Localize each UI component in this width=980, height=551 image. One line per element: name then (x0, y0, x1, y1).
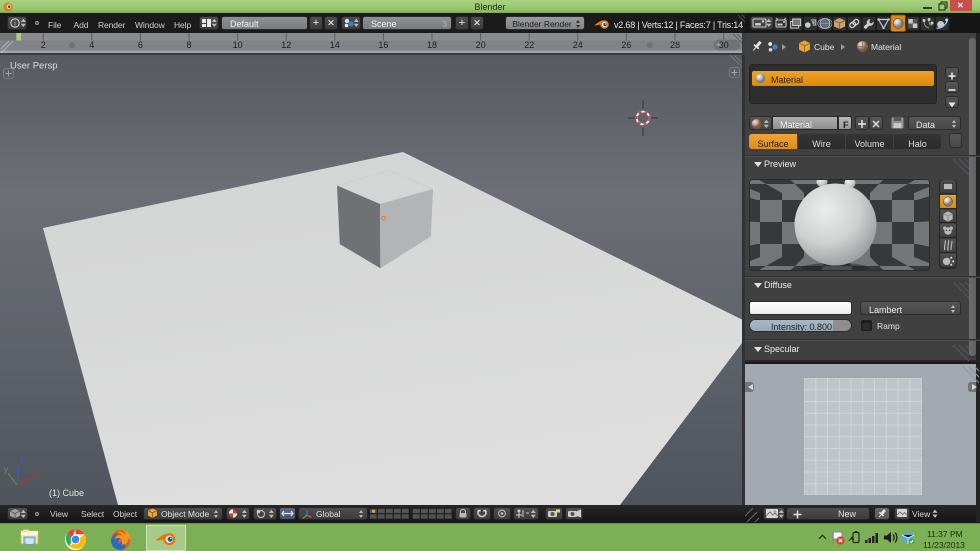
svg-text:28: 28 (670, 40, 680, 50)
svg-text:30: 30 (719, 40, 729, 50)
svg-text:8: 8 (186, 40, 191, 50)
svg-text:10: 10 (233, 40, 243, 50)
svg-text:12: 12 (281, 40, 291, 50)
svg-text:6: 6 (138, 40, 143, 50)
svg-text:4: 4 (89, 40, 94, 50)
svg-text:2: 2 (41, 40, 46, 50)
svg-text:20: 20 (476, 40, 486, 50)
svg-text:i: i (14, 20, 16, 28)
svg-text:26: 26 (621, 40, 631, 50)
svg-text:16: 16 (378, 40, 388, 50)
svg-text:22: 22 (524, 40, 534, 50)
svg-text:14: 14 (330, 40, 340, 50)
svg-text:y: y (4, 465, 8, 474)
svg-text:(1) Cube: (1) Cube (49, 488, 84, 498)
svg-text:z: z (20, 456, 24, 465)
svg-text:18: 18 (427, 40, 437, 50)
svg-text:24: 24 (573, 40, 583, 50)
svg-text:User Persp: User Persp (10, 61, 58, 72)
